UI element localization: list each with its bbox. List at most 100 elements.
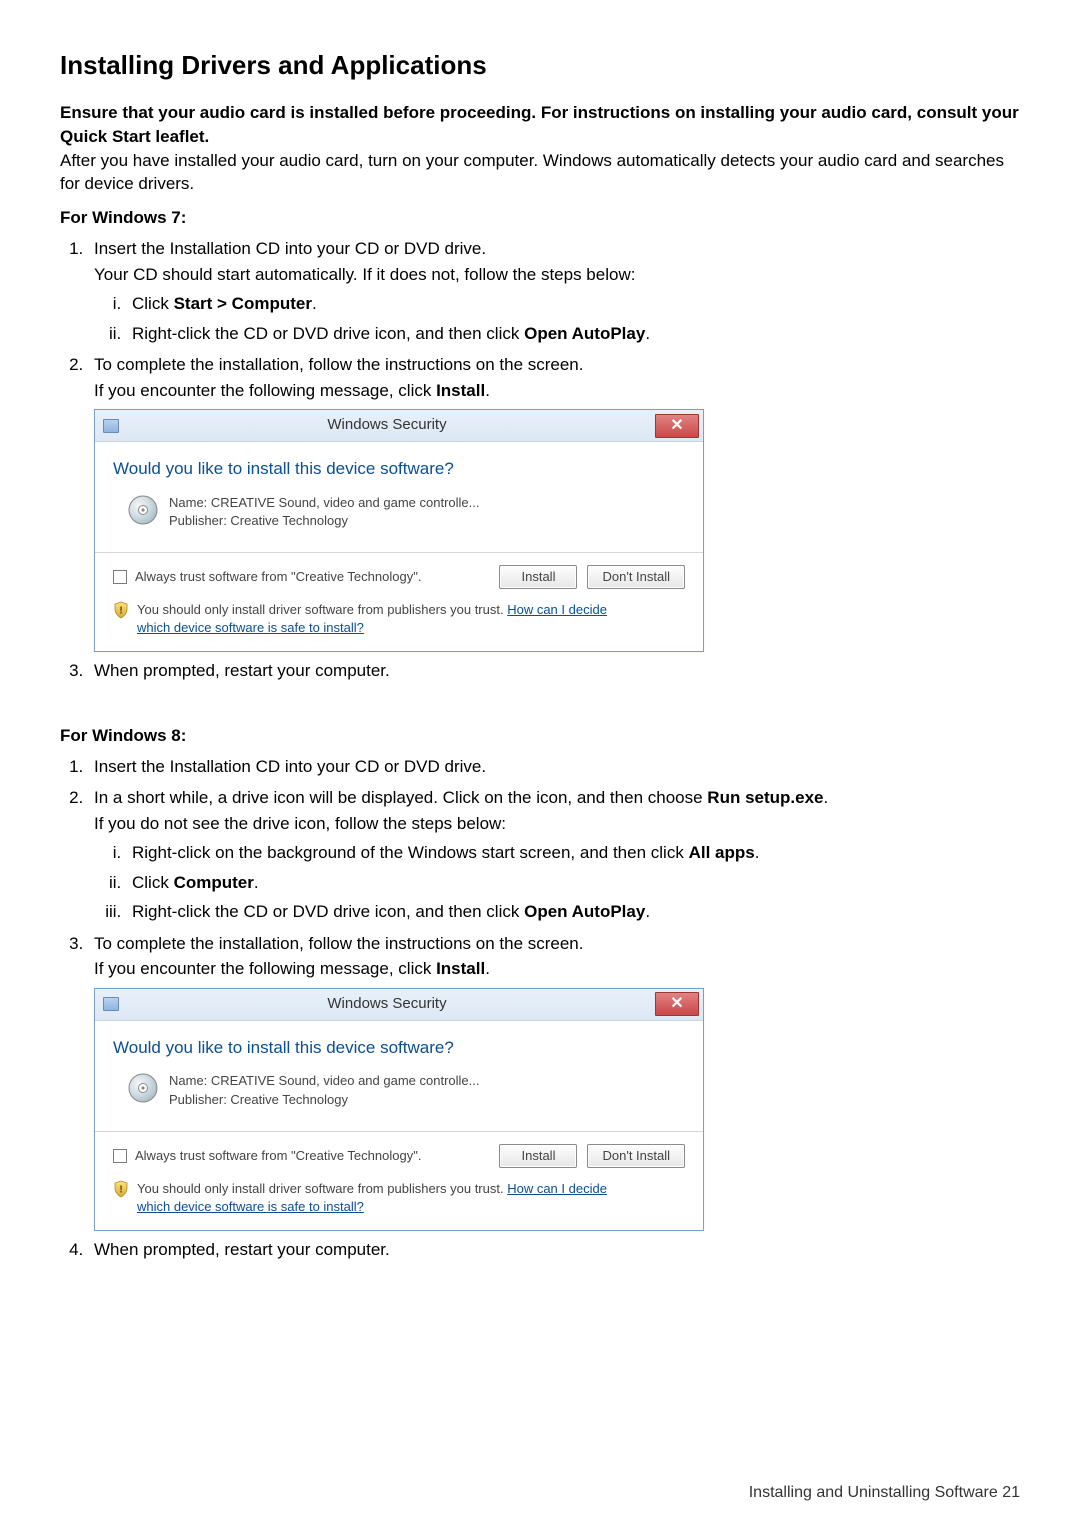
- shield-icon: !: [113, 1180, 129, 1198]
- dialog-body: Would you like to install this device so…: [95, 1021, 703, 1131]
- svg-text:!: !: [119, 606, 122, 617]
- text: If you encounter the following message, …: [94, 959, 436, 978]
- win8-steps: Insert the Installation CD into your CD …: [60, 754, 1020, 1263]
- trust-checkbox[interactable]: [113, 1149, 127, 1163]
- install-button[interactable]: Install: [499, 565, 577, 589]
- bold-text: Start > Computer: [174, 294, 312, 313]
- win7-step2-line2-pre: If you encounter the following message, …: [94, 381, 436, 400]
- win7-step1-line2: Your CD should start automatically. If i…: [94, 265, 635, 284]
- window-icon: [103, 419, 119, 433]
- win8-sub-ii: Click Computer.: [126, 870, 1020, 896]
- device-publisher: Publisher: Creative Technology: [169, 1091, 479, 1109]
- device-info-row: Name: CREATIVE Sound, video and game con…: [113, 494, 685, 530]
- info-text: You should only install driver software …: [137, 602, 507, 617]
- dialog-question: Would you like to install this device so…: [113, 456, 685, 482]
- bold-text: Install: [436, 381, 485, 400]
- close-icon: ✕: [670, 992, 683, 1016]
- info-link-1[interactable]: How can I decide: [507, 602, 607, 617]
- close-button[interactable]: ✕: [655, 414, 699, 438]
- disc-icon: [127, 1072, 159, 1104]
- bold-text: Open AutoPlay: [524, 324, 645, 343]
- text: .: [485, 959, 490, 978]
- dont-install-button[interactable]: Don't Install: [587, 1144, 685, 1168]
- text: .: [312, 294, 317, 313]
- text: If you do not see the drive icon, follow…: [94, 814, 506, 833]
- win7-step2-line1: To complete the installation, follow the…: [94, 355, 584, 374]
- win8-step1: Insert the Installation CD into your CD …: [88, 754, 1020, 780]
- trust-label: Always trust software from "Creative Tec…: [135, 567, 421, 587]
- win7-steps: Insert the Installation CD into your CD …: [60, 236, 1020, 684]
- win8-step3: To complete the installation, follow the…: [88, 931, 1020, 1231]
- install-button[interactable]: Install: [499, 1144, 577, 1168]
- intro-text: After you have installed your audio card…: [60, 149, 1020, 197]
- dialog-titlebar: Windows Security ✕: [95, 410, 703, 442]
- intro-bold: Ensure that your audio card is installed…: [60, 101, 1020, 149]
- window-icon: [103, 997, 119, 1011]
- dialog-question: Would you like to install this device so…: [113, 1035, 685, 1061]
- windows-security-dialog: Windows Security ✕ Would you like to ins…: [94, 988, 704, 1231]
- bold-text: Open AutoPlay: [524, 902, 645, 921]
- win8-sub-i: Right-click on the background of the Win…: [126, 840, 1020, 866]
- button-row: Install Don't Install: [499, 565, 685, 589]
- windows7-heading: For Windows 7:: [60, 208, 1020, 228]
- trust-row: Always trust software from "Creative Tec…: [113, 1144, 685, 1168]
- text: Click: [132, 873, 174, 892]
- win7-step3: When prompted, restart your computer.: [88, 658, 1020, 684]
- device-name: Name: CREATIVE Sound, video and game con…: [169, 494, 479, 512]
- win7-step1: Insert the Installation CD into your CD …: [88, 236, 1020, 346]
- dialog-lower: Always trust software from "Creative Tec…: [95, 1131, 703, 1230]
- dont-install-button[interactable]: Don't Install: [587, 565, 685, 589]
- text: To complete the installation, follow the…: [94, 934, 584, 953]
- dialog-titlebar: Windows Security ✕: [95, 989, 703, 1021]
- text: Right-click the CD or DVD drive icon, an…: [132, 324, 524, 343]
- device-text: Name: CREATIVE Sound, video and game con…: [169, 1072, 479, 1108]
- device-text: Name: CREATIVE Sound, video and game con…: [169, 494, 479, 530]
- text: .: [254, 873, 259, 892]
- text: .: [755, 843, 760, 862]
- text: Click: [132, 294, 174, 313]
- dialog-lower: Always trust software from "Creative Tec…: [95, 552, 703, 651]
- win7-step2: To complete the installation, follow the…: [88, 352, 1020, 652]
- trust-label: Always trust software from "Creative Tec…: [135, 1146, 421, 1166]
- windows8-heading: For Windows 8:: [60, 726, 1020, 746]
- bold-text: Computer: [174, 873, 254, 892]
- disc-icon: [127, 494, 159, 526]
- info-link-1[interactable]: How can I decide: [507, 1181, 607, 1196]
- device-info-row: Name: CREATIVE Sound, video and game con…: [113, 1072, 685, 1108]
- text: Right-click the CD or DVD drive icon, an…: [132, 902, 524, 921]
- trust-row: Always trust software from "Creative Tec…: [113, 565, 685, 589]
- bold-text: Run setup.exe: [707, 788, 823, 807]
- info-row: ! You should only install driver softwar…: [113, 1180, 685, 1216]
- close-button[interactable]: ✕: [655, 992, 699, 1016]
- dialog-body: Would you like to install this device so…: [95, 442, 703, 552]
- info-link-2[interactable]: which device software is safe to install…: [137, 1199, 364, 1214]
- close-icon: ✕: [670, 414, 683, 438]
- trust-checkbox[interactable]: [113, 570, 127, 584]
- svg-text:!: !: [119, 1184, 122, 1195]
- win8-substeps: Right-click on the background of the Win…: [94, 840, 1020, 925]
- page-title: Installing Drivers and Applications: [60, 50, 1020, 81]
- page-footer: Installing and Uninstalling Software 21: [749, 1484, 1020, 1502]
- info-text-wrap: You should only install driver software …: [137, 601, 607, 637]
- info-row: ! You should only install driver softwar…: [113, 601, 685, 637]
- text: Right-click on the background of the Win…: [132, 843, 689, 862]
- win7-sub-i: Click Start > Computer.: [126, 291, 1020, 317]
- text: .: [645, 324, 650, 343]
- text: In a short while, a drive icon will be d…: [94, 788, 707, 807]
- bold-text: All apps: [689, 843, 755, 862]
- info-link-2[interactable]: which device software is safe to install…: [137, 620, 364, 635]
- bold-text: Install: [436, 959, 485, 978]
- shield-icon: !: [113, 601, 129, 619]
- text: .: [645, 902, 650, 921]
- win8-sub-iii: Right-click the CD or DVD drive icon, an…: [126, 899, 1020, 925]
- win8-step2: In a short while, a drive icon will be d…: [88, 785, 1020, 925]
- dialog-title-text: Windows Security: [119, 414, 655, 437]
- device-publisher: Publisher: Creative Technology: [169, 512, 479, 530]
- win7-substeps: Click Start > Computer. Right-click the …: [94, 291, 1020, 346]
- text: .: [824, 788, 829, 807]
- win7-sub-ii: Right-click the CD or DVD drive icon, an…: [126, 321, 1020, 347]
- info-text: You should only install driver software …: [137, 1181, 507, 1196]
- info-text-wrap: You should only install driver software …: [137, 1180, 607, 1216]
- win7-step1-line1: Insert the Installation CD into your CD …: [94, 239, 486, 258]
- dialog-title-text: Windows Security: [119, 993, 655, 1016]
